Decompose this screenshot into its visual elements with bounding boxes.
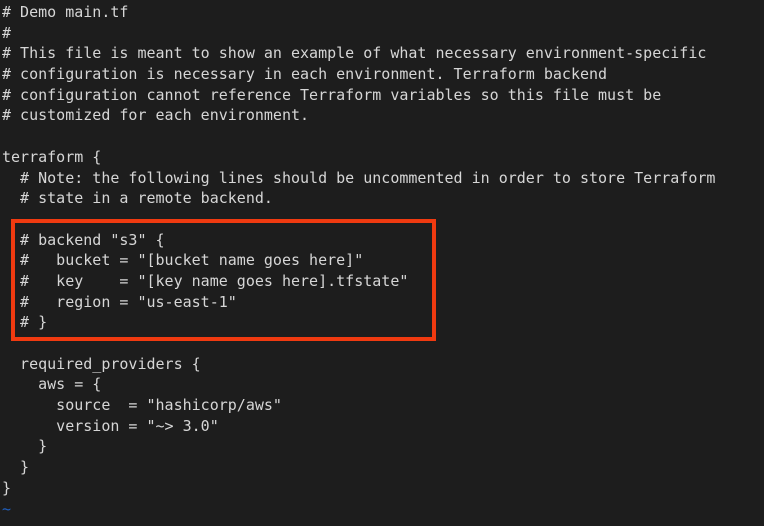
code-line: # Note: the following lines should be un… — [2, 168, 716, 187]
code-line: # bucket = "[bucket name goes here]" — [2, 251, 364, 270]
code-line: # — [2, 23, 12, 42]
code-editor-pane[interactable]: # Demo main.tf # # This file is meant to s… — [0, 0, 764, 526]
code-line: # region = "us-east-1" — [2, 292, 237, 311]
code-line: } — [2, 458, 30, 477]
code-line: required_providers { — [2, 354, 201, 373]
code-line: # configuration is necessary in each env… — [2, 65, 608, 84]
code-line: } — [2, 478, 12, 497]
code-line: # customized for each environment. — [2, 106, 310, 125]
code-line: # key = "[key name goes here].tfstate" — [2, 271, 409, 290]
code-line: # This file is meant to show an example … — [2, 44, 707, 63]
code-line: version = "~> 3.0" — [2, 416, 219, 435]
code-line: aws = { — [2, 375, 102, 394]
code-line: } — [2, 437, 48, 456]
source-code-text[interactable]: # Demo main.tf # # This file is meant to s… — [0, 2, 764, 519]
code-line: # state in a remote backend. — [2, 189, 273, 208]
code-line: # Demo main.tf — [2, 3, 129, 21]
code-line: # configuration cannot reference Terrafo… — [2, 85, 662, 104]
code-line: # backend "s3" { — [2, 230, 165, 249]
empty-line-marker: ~ — [2, 499, 12, 518]
code-line: terraform { — [2, 147, 102, 166]
code-line: # } — [2, 313, 48, 332]
code-line: source = "hashicorp/aws" — [2, 396, 282, 415]
